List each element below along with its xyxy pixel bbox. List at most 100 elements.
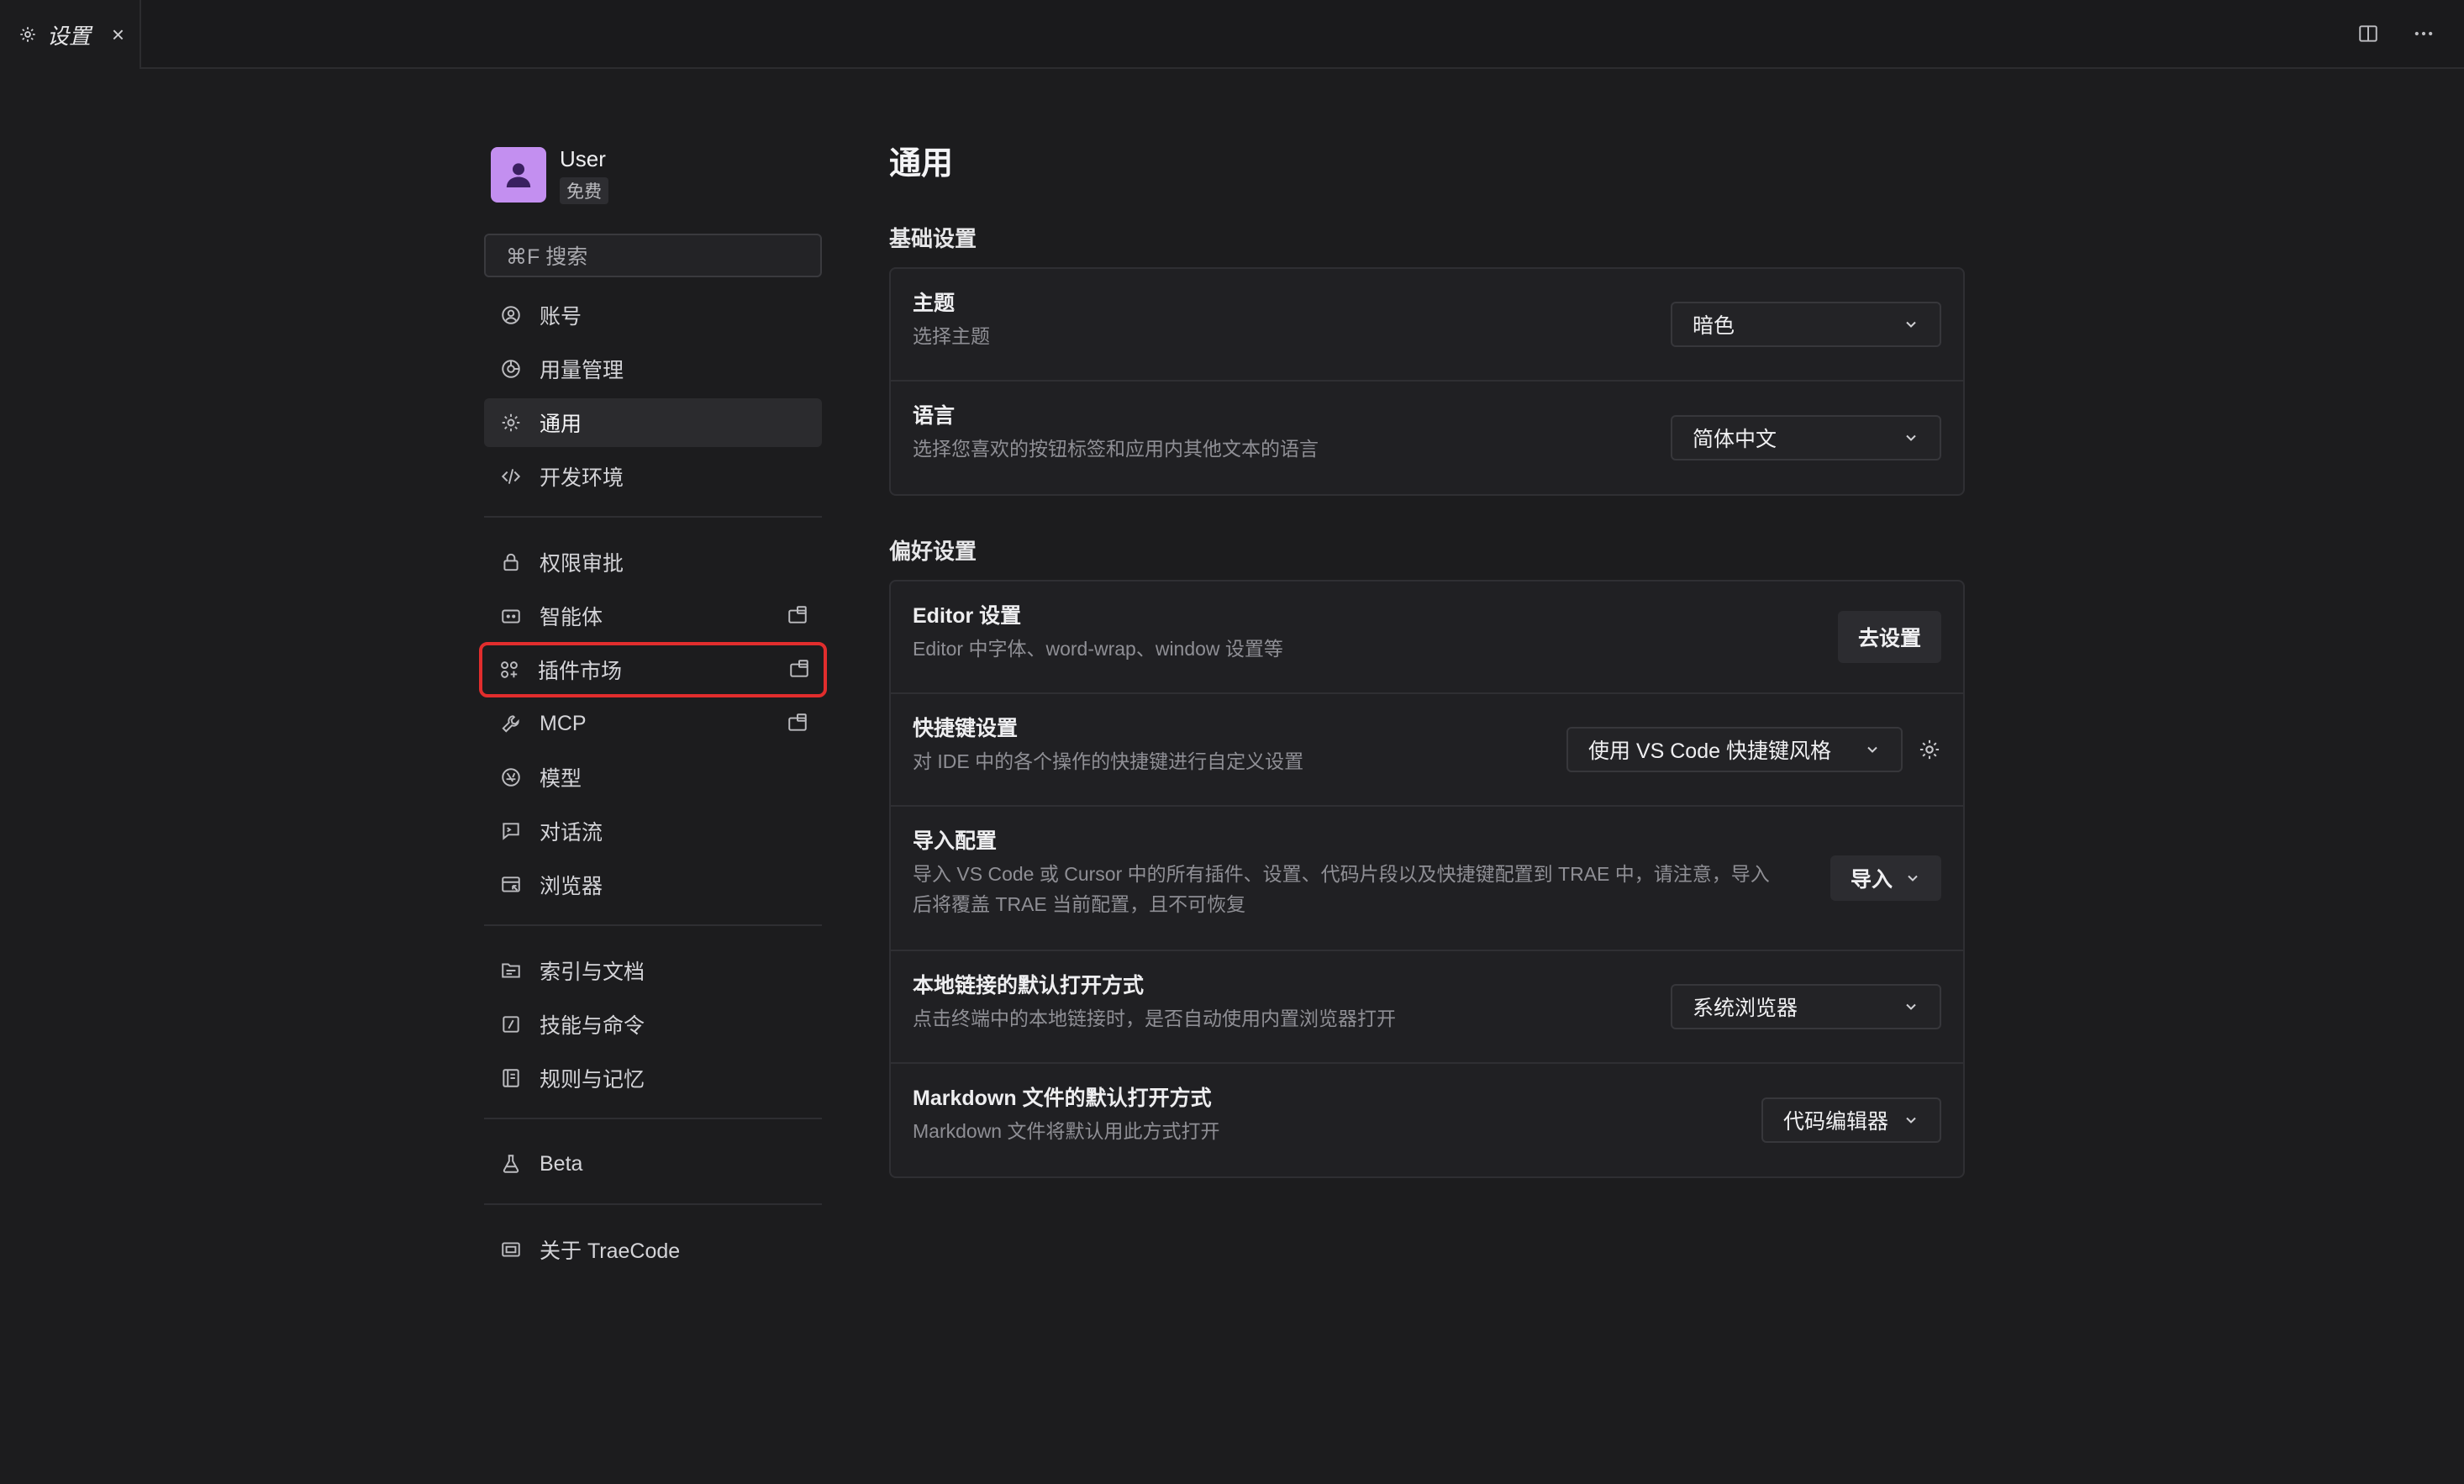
divider [484,1203,822,1205]
split-editor-icon[interactable] [2353,18,2383,49]
chat-flow-icon [499,819,523,843]
more-icon[interactable] [2409,18,2439,49]
settings-nav: 账号 用量管理 通用 开发环境 权限审批 智能体 插件市场 MCP 模型 对话流… [479,291,827,1274]
user-profile[interactable]: User 免费 [491,134,822,215]
sidebar-item-label: MCP [540,711,587,735]
external-window-icon[interactable] [787,712,810,735]
search-input[interactable]: ⌘F 搜索 [484,234,822,277]
keybinding-style-select[interactable]: 使用 VS Code 快捷键风格 [1566,727,1903,772]
wrench-icon [499,712,523,735]
sidebar-item-label: 账号 [540,305,582,329]
select-value: 使用 VS Code 快捷键风格 [1588,739,1831,763]
sidebar-item-plugin-market[interactable]: 插件市场 [479,642,827,697]
setting-row-local-link: 本地链接的默认打开方式 点击终端中的本地链接时，是否自动使用内置浏览器打开 系统… [891,951,1963,1064]
external-window-icon[interactable] [787,604,810,628]
external-window-icon[interactable] [788,658,812,681]
setting-desc: 导入 VS Code 或 Cursor 中的所有插件、设置、代码片段以及快捷键配… [913,863,1770,915]
user-name: User [560,146,606,171]
markdown-open-select[interactable]: 代码编辑器 [1761,1097,1941,1143]
usage-icon [499,357,523,381]
chevron-down-icon [1867,746,1877,753]
setting-row-import: 导入配置 导入 VS Code 或 Cursor 中的所有插件、设置、代码片段以… [891,807,1963,951]
setting-desc: 选择您喜欢的按钮标签和应用内其他文本的语言 [913,438,1319,460]
sidebar-item-beta[interactable]: Beta [484,1139,822,1188]
divider [484,516,822,518]
setting-row-theme: 主题 选择主题 暗色 [891,269,1963,382]
sidebar-item-dev-env[interactable]: 开发环境 [484,452,822,501]
settings-content: 通用 基础设置 主题 选择主题 暗色 语言 选择您喜欢的按钮标签和应用内其他文本… [889,134,1965,1178]
tab-bar: 设置 × [0,0,2464,69]
chevron-down-icon [1906,1117,1916,1124]
setting-desc: 点击终端中的本地链接时，是否自动使用内置浏览器打开 [913,1008,1396,1029]
sidebar-item-label: 开发环境 [540,466,624,490]
sidebar-item-rules-memory[interactable]: 规则与记忆 [484,1054,822,1102]
sidebar-item-label: 通用 [540,413,582,436]
flask-icon [499,1152,523,1176]
setting-row-keybindings: 快捷键设置 对 IDE 中的各个操作的快捷键进行自定义设置 使用 VS Code… [891,694,1963,807]
sidebar-item-label: 浏览器 [540,875,603,898]
sidebar-item-label: Beta [540,1151,583,1176]
theme-select[interactable]: 暗色 [1671,302,1941,347]
sidebar-item-index-docs[interactable]: 索引与文档 [484,946,822,995]
lock-icon [499,550,523,574]
gear-icon [20,27,35,42]
select-value: 系统浏览器 [1693,997,1798,1020]
model-icon [499,766,523,789]
import-button[interactable]: 导入 [1830,855,1941,901]
sidebar-item-account[interactable]: 账号 [484,291,822,339]
select-value: 代码编辑器 [1783,1110,1889,1134]
close-icon[interactable]: × [112,22,124,48]
sidebar-item-skills-commands[interactable]: 技能与命令 [484,1000,822,1049]
chevron-down-icon [1906,321,1916,328]
import-button-label: 导入 [1850,868,1893,892]
sidebar-item-label: 关于 TraeCode [540,1239,681,1263]
setting-row-editor: Editor 设置 Editor 中字体、word-wrap、window 设置… [891,581,1963,694]
page-title: 通用 [889,146,954,182]
plan-badge: 免费 [560,177,608,204]
basic-settings-card: 主题 选择主题 暗色 语言 选择您喜欢的按钮标签和应用内其他文本的语言 简体中文 [889,267,1965,496]
sidebar-item-permissions[interactable]: 权限审批 [484,538,822,587]
settings-sidebar: User 免费 ⌘F 搜索 账号 用量管理 通用 开发环境 权限审批 智能体 插… [479,134,827,1279]
avatar [491,147,546,203]
gear-icon[interactable] [1918,738,1941,761]
setting-title: 导入配置 [913,829,998,853]
rules-icon [499,1066,523,1090]
agent-icon [499,604,523,628]
tab-title: 设置 [47,23,92,49]
language-select[interactable]: 简体中文 [1671,415,1941,460]
setting-desc: Markdown 文件将默认用此方式打开 [913,1120,1220,1142]
sidebar-item-agents[interactable]: 智能体 [484,592,822,640]
command-icon [499,1013,523,1036]
tab-settings[interactable]: 设置 × [0,0,141,69]
sidebar-item-label: 插件市场 [538,660,623,683]
local-link-open-select[interactable]: 系统浏览器 [1671,984,1941,1029]
setting-desc: Editor 中字体、word-wrap、window 设置等 [913,638,1283,660]
sidebar-item-usage[interactable]: 用量管理 [484,345,822,393]
browser-icon [499,873,523,897]
section-title-prefs: 偏好设置 [889,539,977,564]
sidebar-item-chat-flow[interactable]: 对话流 [484,807,822,855]
chevron-down-icon [1908,875,1918,881]
sidebar-item-about[interactable]: 关于 TraeCode [484,1225,822,1274]
select-value: 简体中文 [1693,428,1777,451]
setting-title: Editor 设置 [913,604,1022,628]
editor-settings-button[interactable]: 去设置 [1837,611,1941,663]
sidebar-item-label: 用量管理 [540,359,624,382]
sidebar-item-general[interactable]: 通用 [484,398,822,447]
sidebar-item-label: 模型 [540,767,582,791]
divider [484,1118,822,1119]
index-icon [499,959,523,982]
sidebar-item-label: 对话流 [540,821,603,845]
sidebar-item-browser[interactable]: 浏览器 [484,860,822,909]
setting-row-markdown: Markdown 文件的默认打开方式 Markdown 文件将默认用此方式打开 … [891,1064,1963,1176]
divider [484,924,822,926]
sidebar-item-models[interactable]: 模型 [484,753,822,802]
account-icon [499,303,523,327]
preference-settings-card: Editor 设置 Editor 中字体、word-wrap、window 设置… [889,580,1965,1178]
sidebar-item-mcp[interactable]: MCP [484,699,822,748]
sidebar-item-label: 权限审批 [540,552,624,576]
chevron-down-icon [1906,1003,1916,1010]
gear-icon [499,411,523,434]
plugins-icon [498,658,521,681]
sidebar-item-label: 索引与文档 [540,960,645,984]
